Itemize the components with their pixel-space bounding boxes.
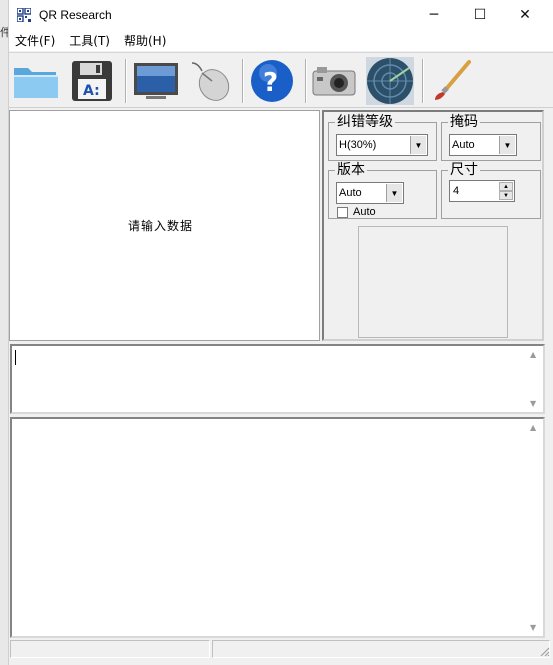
- save-floppy-icon: A:: [72, 61, 112, 101]
- close-button[interactable]: ✕: [502, 0, 548, 30]
- chevron-down-icon[interactable]: ▼: [386, 184, 402, 202]
- edit-scrollbar[interactable]: ▲ ▼: [526, 346, 543, 412]
- chevron-down-icon[interactable]: ▼: [499, 136, 515, 154]
- version-value: Auto: [339, 187, 362, 199]
- status-cell-right: [212, 640, 550, 658]
- chevron-down-icon[interactable]: ▼: [410, 136, 426, 154]
- help-button[interactable]: ?: [247, 57, 297, 105]
- display-button[interactable]: [131, 57, 181, 105]
- background-window-edge: 件: [0, 0, 11, 665]
- mask-legend: 掩码: [450, 114, 478, 130]
- spin-down-icon[interactable]: ▼: [499, 191, 513, 200]
- qr-preview-area: [358, 226, 508, 338]
- ecc-legend: 纠错等级: [337, 114, 393, 130]
- svg-text:?: ?: [263, 68, 278, 98]
- title-bar[interactable]: QR Research ─ ☐ ✕: [9, 0, 553, 30]
- mouse-icon: [191, 62, 230, 101]
- toolbar-separator: [125, 59, 127, 103]
- size-value: 4: [453, 185, 460, 197]
- brush-icon: [435, 60, 471, 100]
- maximize-button[interactable]: ☐: [457, 0, 503, 30]
- output-box[interactable]: ▲ ▼: [10, 417, 545, 638]
- size-stepper[interactable]: 4 ▲ ▼: [449, 180, 515, 202]
- ecc-value: H(30%): [339, 139, 377, 151]
- data-input-panel[interactable]: 请输入数据: [9, 110, 320, 341]
- scroll-up-icon[interactable]: ▲: [530, 423, 536, 432]
- settings-panel: 纠错等级 H(30%) ▼ 掩码 Auto ▼ 版本 Auto ▼ Auto 尺…: [322, 110, 544, 341]
- menu-bar: 文件(F) 工具(T) 帮助(H): [9, 30, 553, 51]
- mask-value: Auto: [452, 139, 475, 151]
- scroll-down-icon[interactable]: ▼: [530, 623, 536, 632]
- ecc-select[interactable]: H(30%) ▼: [336, 134, 428, 156]
- minimize-icon: ─: [429, 7, 439, 23]
- data-edit-box[interactable]: ▲ ▼: [10, 344, 545, 414]
- version-legend: 版本: [337, 162, 365, 178]
- menu-tools[interactable]: 工具(T): [69, 32, 110, 49]
- help-icon: ?: [251, 60, 293, 102]
- size-legend: 尺寸: [450, 162, 478, 178]
- open-folder-icon: [14, 68, 58, 98]
- camera-icon: [312, 67, 356, 96]
- monitor-icon: [134, 63, 178, 99]
- scroll-down-icon[interactable]: ▼: [530, 399, 536, 408]
- save-button[interactable]: A:: [67, 57, 117, 105]
- output-scrollbar[interactable]: ▲ ▼: [526, 419, 543, 636]
- maximize-icon: ☐: [473, 7, 487, 23]
- style-button[interactable]: [427, 57, 477, 105]
- app-window: QR Research ─ ☐ ✕ 文件(F) 工具(T) 帮助(H) A: ?…: [8, 0, 553, 665]
- toolbar-separator: [242, 59, 244, 103]
- radar-icon: [366, 57, 414, 105]
- version-select[interactable]: Auto ▼: [336, 182, 404, 204]
- status-bar: [9, 640, 553, 660]
- scroll-up-icon[interactable]: ▲: [530, 350, 536, 359]
- toolbar-separator: [422, 59, 424, 103]
- window-title: QR Research: [39, 8, 112, 22]
- status-cell-left: [10, 640, 210, 658]
- input-prompt: 请输入数据: [128, 219, 194, 233]
- qr-app-icon: [17, 8, 31, 22]
- scan-button[interactable]: [365, 57, 415, 105]
- capture-button[interactable]: [309, 57, 359, 105]
- version-auto-checkbox[interactable]: [337, 207, 348, 218]
- minimize-button[interactable]: ─: [411, 0, 457, 30]
- close-icon: ✕: [519, 7, 531, 23]
- text-cursor: [15, 350, 16, 365]
- spin-up-icon[interactable]: ▲: [499, 182, 513, 191]
- svg-text:A:: A:: [83, 83, 100, 99]
- resize-grip-icon[interactable]: [538, 645, 550, 657]
- toolbar: A: ?: [9, 52, 553, 108]
- open-button[interactable]: [11, 57, 61, 105]
- toolbar-separator: [305, 59, 307, 103]
- decode-button[interactable]: [187, 57, 237, 105]
- menu-help[interactable]: 帮助(H): [124, 32, 166, 49]
- menu-file[interactable]: 文件(F): [15, 32, 55, 49]
- mask-select[interactable]: Auto ▼: [449, 134, 517, 156]
- version-auto-label: Auto: [353, 206, 376, 218]
